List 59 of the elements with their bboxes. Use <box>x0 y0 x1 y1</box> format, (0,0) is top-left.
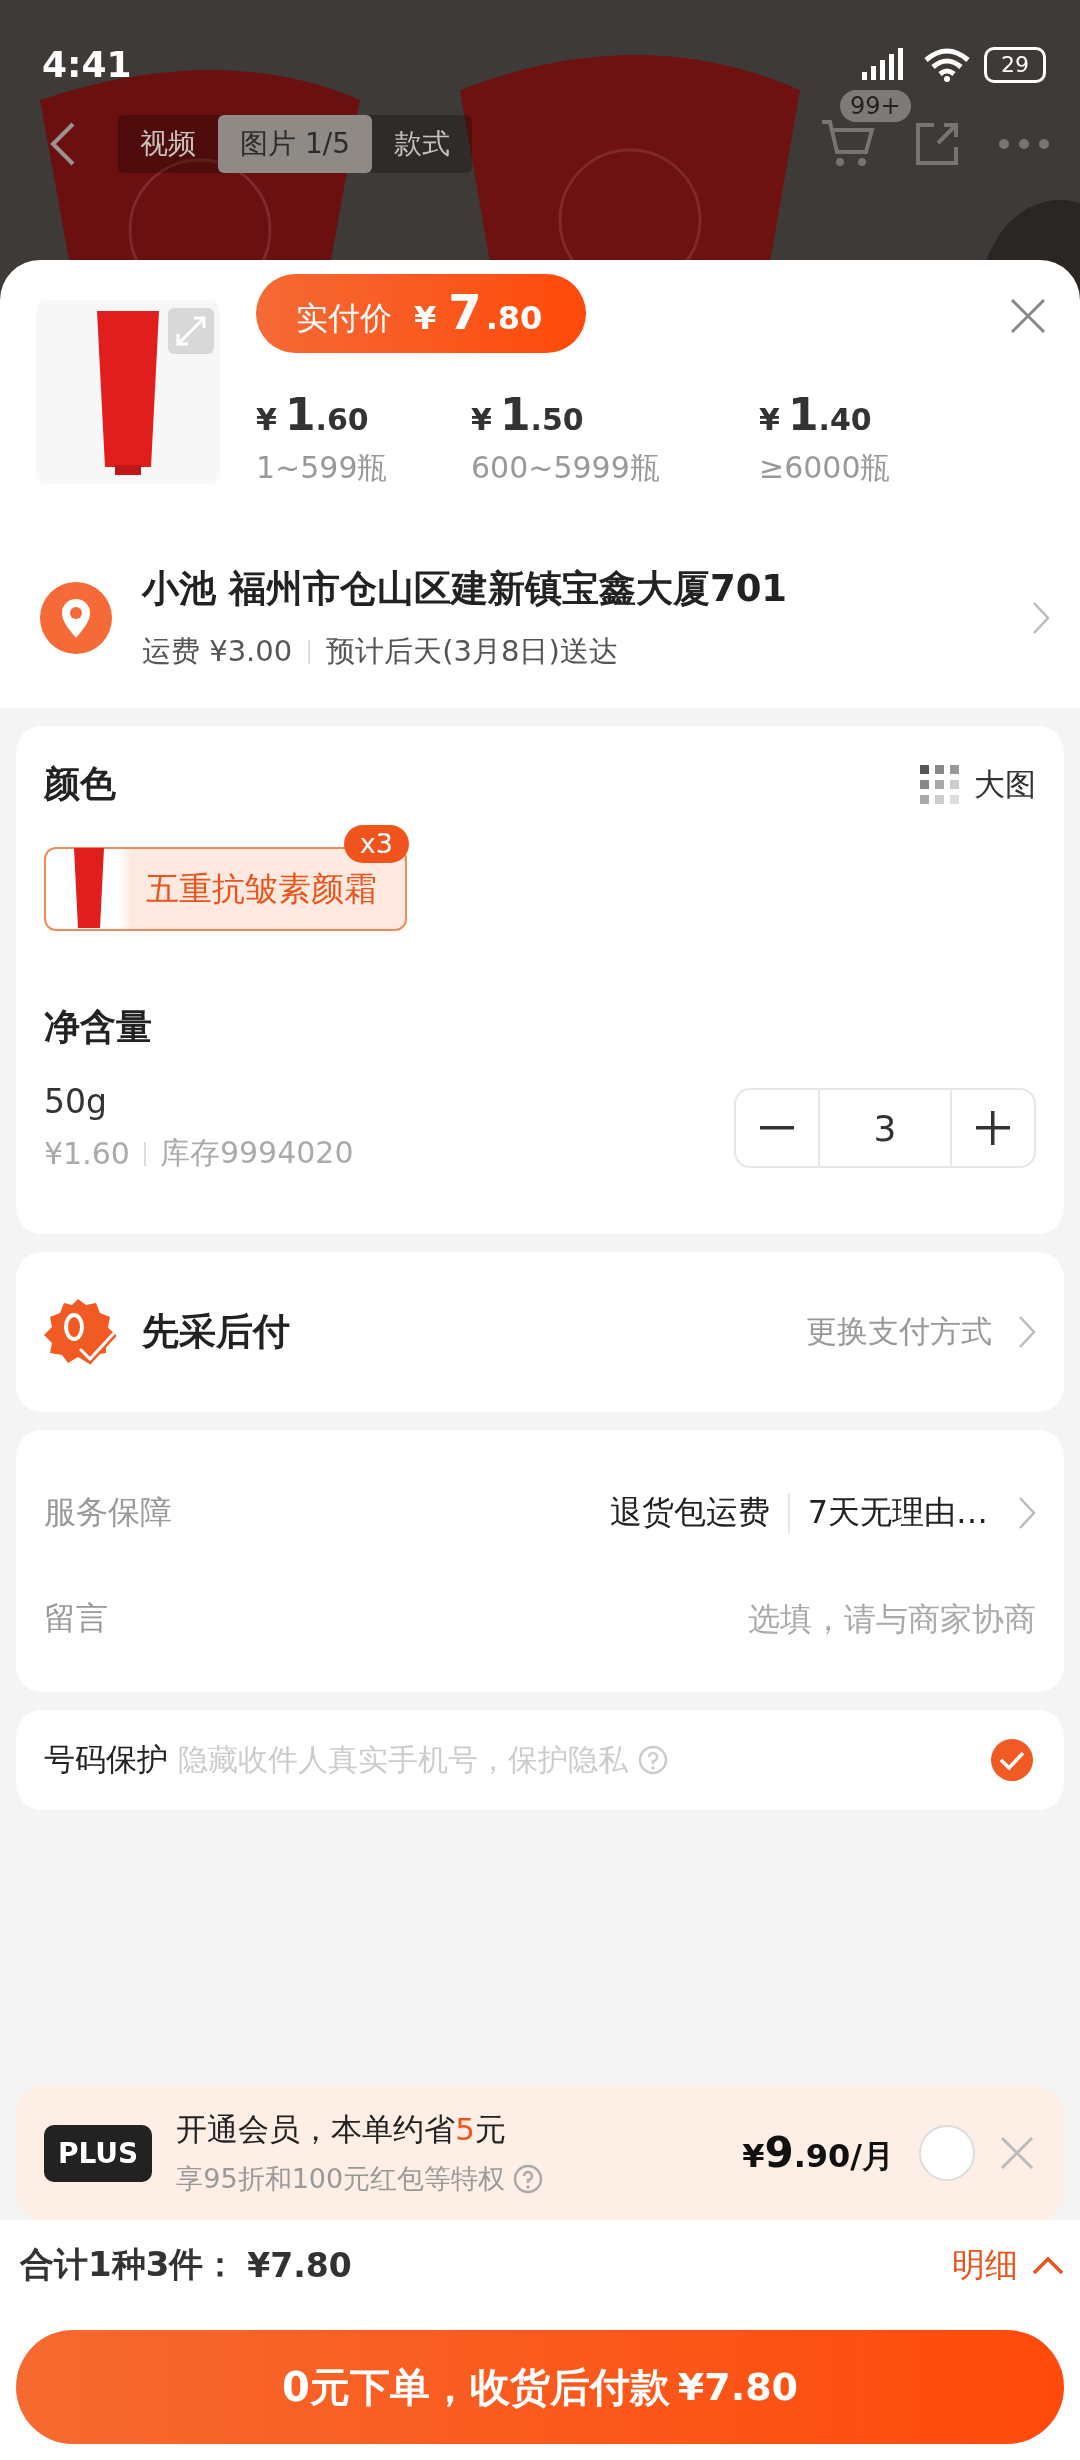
tier-price: ¥ 1.60 <box>256 389 370 440</box>
tier-price: ¥ 1.50 <box>471 389 585 440</box>
submit-order-button[interactable]: 0元下单，收货后付款 ¥7.80 <box>16 2330 1064 2444</box>
row-label: 服务保障 <box>44 1492 172 1533</box>
service-tag: 7天无理由… <box>807 1491 988 1535</box>
service-tag: 退货包运费 <box>609 1491 770 1535</box>
tier-range: 1~599瓶 <box>256 449 389 487</box>
large-view-toggle[interactable]: 大图 <box>920 763 1036 806</box>
cart-badge: 99+ <box>840 90 911 122</box>
gallery-tab[interactable]: 款式 <box>371 115 472 173</box>
payment-method: 先采后付 <box>142 1309 290 1355</box>
unit-price: ¥1.60 <box>44 1136 130 1171</box>
row-label: 号码保护 <box>44 1740 168 1779</box>
section-title: 净含量 <box>44 1005 153 1049</box>
badge-check-icon <box>44 1297 116 1367</box>
gallery-tab[interactable]: 图片 1/5 <box>218 115 372 173</box>
battery-level: 29 <box>1001 52 1029 77</box>
caret-icon <box>1032 2255 1064 2275</box>
help-icon[interactable] <box>513 2164 544 2194</box>
wifi-icon <box>924 47 970 82</box>
message-field[interactable]: 选填，请与商家协商 <box>556 1600 1036 1638</box>
more-icon[interactable] <box>998 138 1050 150</box>
tier-price: ¥ 1.40 <box>759 389 873 440</box>
plus-icon <box>976 1111 1010 1145</box>
membership-offer: 开通会员，本单约省5元 <box>176 2110 507 2149</box>
delivery-estimate: 预计后天(3月8日)送达 <box>326 633 618 670</box>
change-payment-link[interactable]: 更换支付方式 <box>806 1311 992 1353</box>
expand-icon[interactable] <box>168 308 214 354</box>
quantity-badge: x3 <box>343 825 409 863</box>
tier-range: 600~5999瓶 <box>471 449 661 487</box>
shipping-fee: 运费 ¥3.00 <box>142 633 293 670</box>
location-icon <box>40 582 112 654</box>
details-toggle[interactable]: 明细 <box>952 2242 1064 2288</box>
size-name: 50g <box>44 1082 108 1121</box>
help-icon[interactable] <box>638 1745 668 1775</box>
stock-count: 库存9994020 <box>159 1134 354 1172</box>
total-amount: ¥7.80 <box>247 2245 352 2285</box>
tier-range: ≥6000瓶 <box>759 449 891 487</box>
quantity-value[interactable]: 3 <box>818 1090 952 1166</box>
minus-icon <box>760 1126 794 1130</box>
row-label: 留言 <box>44 1598 108 1639</box>
total-label: 合计1种3件： <box>20 2243 238 2286</box>
actual-price-pill: 实付价 ¥ 7.80 <box>256 274 587 353</box>
gallery-tab[interactable]: 视频 <box>118 115 218 173</box>
close-icon[interactable] <box>1010 298 1046 334</box>
status-time: 4:41 <box>42 44 132 85</box>
membership-price: ¥9.90/月 <box>742 2127 894 2179</box>
chevron-icon[interactable] <box>1018 1315 1036 1349</box>
section-title: 颜色 <box>44 762 116 806</box>
address-line: 小池 福州市仓山区建新镇宝鑫大厦701 <box>142 566 789 612</box>
radio-button[interactable] <box>918 2124 976 2182</box>
close-icon[interactable] <box>1000 2136 1034 2170</box>
chevron-icon[interactable] <box>1018 1496 1036 1530</box>
membership-benefits: 享95折和100元红包等特权 <box>176 2162 506 2196</box>
plus-badge: PLUS <box>44 2124 153 2182</box>
grid-icon <box>920 764 960 805</box>
chevron-icon[interactable] <box>1032 601 1050 635</box>
checkbox[interactable] <box>990 1738 1034 1782</box>
product-thumbnail[interactable] <box>36 300 220 484</box>
